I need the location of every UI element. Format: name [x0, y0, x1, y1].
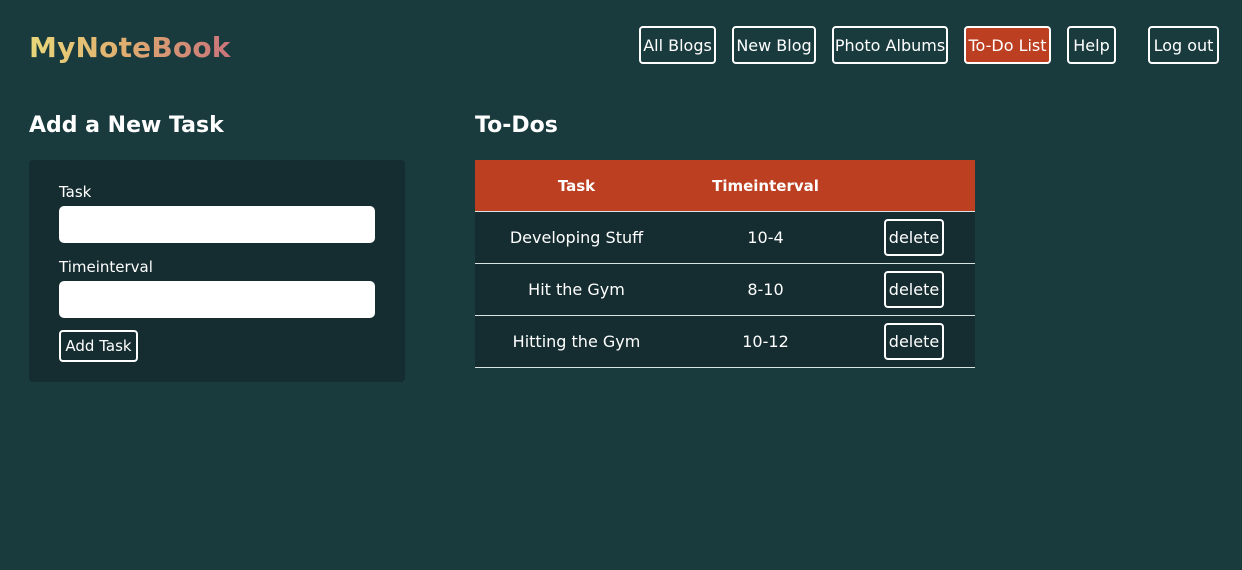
- nav-new-blog-button[interactable]: New Blog: [732, 26, 816, 64]
- add-task-heading: Add a New Task: [29, 113, 224, 138]
- table-header: Task Timeinterval: [475, 160, 975, 212]
- nav-all-blogs-button[interactable]: All Blogs: [639, 26, 716, 64]
- table-row: Hitting the Gym 10-12 delete: [475, 316, 975, 368]
- nav-logout-button[interactable]: Log out: [1148, 26, 1219, 64]
- logo[interactable]: MyNoteBook: [29, 30, 231, 66]
- nav-todo-list-button[interactable]: To-Do List: [964, 26, 1051, 64]
- action-cell: delete: [853, 219, 975, 256]
- add-task-form: Task Timeinterval Add Task: [29, 160, 405, 382]
- timeinterval-label: Timeinterval: [59, 258, 153, 276]
- nav-help-button[interactable]: Help: [1067, 26, 1116, 64]
- delete-button[interactable]: delete: [884, 219, 944, 256]
- todo-table: Task Timeinterval Developing Stuff 10-4 …: [475, 160, 975, 368]
- task-cell: Developing Stuff: [509, 228, 644, 247]
- task-input[interactable]: [59, 206, 375, 243]
- nav-photo-albums-button[interactable]: Photo Albums: [832, 26, 948, 64]
- timeinterval-input[interactable]: [59, 281, 375, 318]
- timeinterval-cell: 10-4: [747, 228, 784, 247]
- table-row: Hit the Gym 8-10 delete: [475, 264, 975, 316]
- action-cell: delete: [853, 271, 975, 308]
- todos-heading: To-Dos: [475, 113, 558, 138]
- delete-button[interactable]: delete: [884, 271, 944, 308]
- delete-button[interactable]: delete: [884, 323, 944, 360]
- page: MyNoteBook All Blogs New Blog Photo Albu…: [0, 0, 1242, 570]
- action-cell: delete: [853, 323, 975, 360]
- table-row: Developing Stuff 10-4 delete: [475, 212, 975, 264]
- column-header-task: Task: [557, 176, 596, 195]
- column-header-timeinterval: Timeinterval: [712, 176, 819, 195]
- timeinterval-cell: 10-12: [742, 332, 789, 351]
- task-cell: Hitting the Gym: [512, 332, 641, 351]
- add-task-button[interactable]: Add Task: [59, 330, 138, 362]
- task-cell: Hit the Gym: [528, 280, 625, 299]
- task-label: Task: [59, 183, 92, 201]
- timeinterval-cell: 8-10: [747, 280, 784, 299]
